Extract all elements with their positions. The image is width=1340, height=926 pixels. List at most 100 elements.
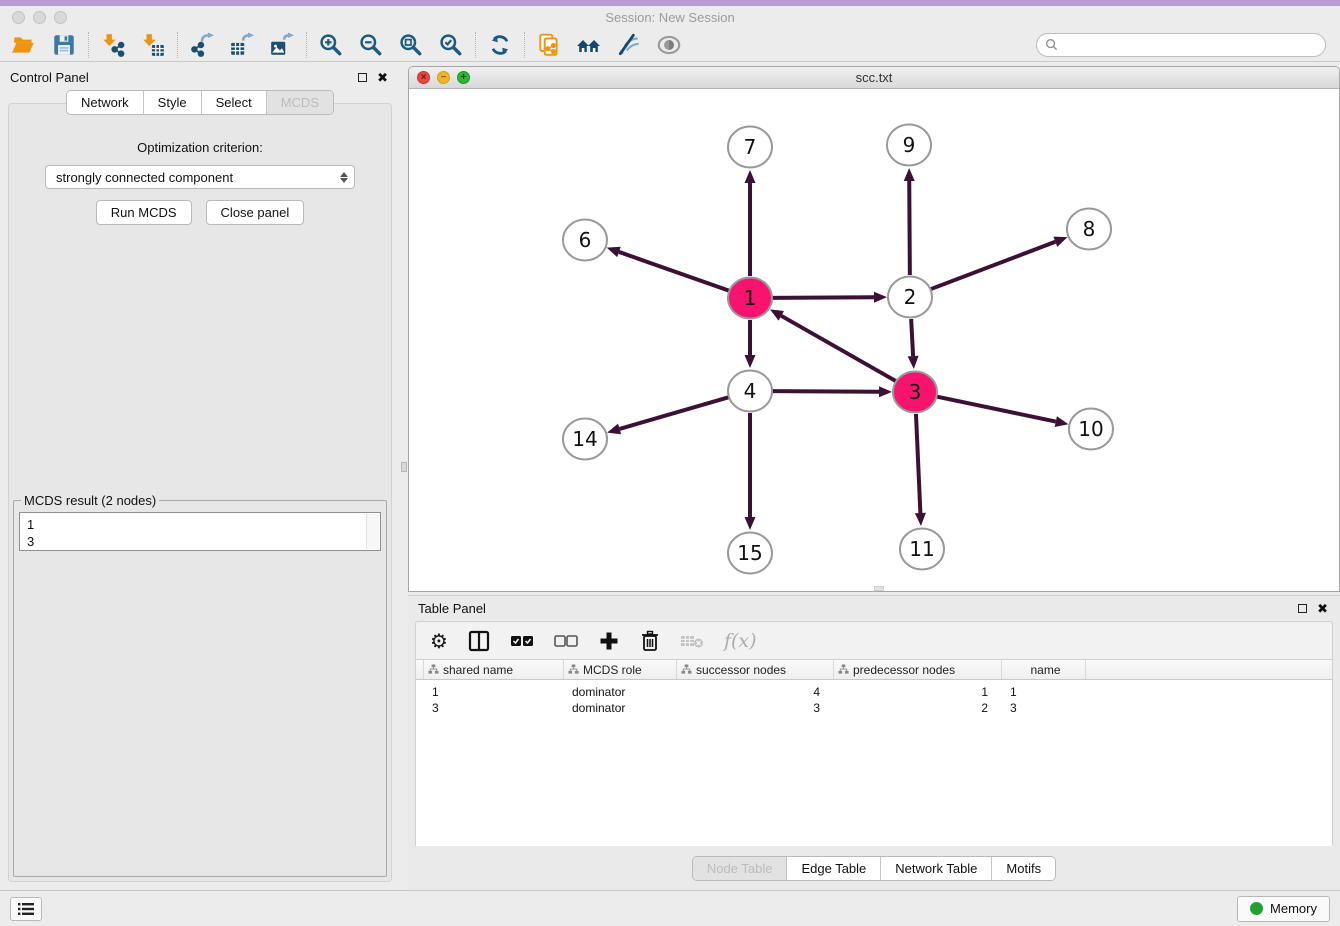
run-mcds-button[interactable]: Run MCDS [96, 200, 192, 225]
edge-1-2[interactable] [772, 297, 874, 298]
edge-1-6[interactable] [619, 252, 729, 291]
cell-predecessor-nodes[interactable]: 1 [834, 684, 1002, 700]
graph-node-2[interactable]: 2 [888, 277, 932, 318]
column-header-name[interactable]: name [1002, 660, 1086, 679]
cell-MCDS-role[interactable]: dominator [564, 684, 677, 700]
column-header-successor-nodes[interactable]: successor nodes [677, 660, 834, 679]
node-label: 3 [909, 380, 922, 404]
table-row[interactable]: 1dominator411 [416, 684, 1332, 700]
zoom-selected-icon[interactable] [437, 31, 465, 59]
graph-node-8[interactable]: 8 [1067, 209, 1111, 250]
import-network-icon[interactable] [99, 31, 127, 59]
import-table-icon[interactable] [139, 31, 167, 59]
edge-4-14[interactable] [620, 397, 729, 429]
delete-column-icon[interactable] [640, 630, 660, 652]
edge-2-3[interactable] [911, 319, 913, 356]
select-all-icon[interactable] [510, 634, 534, 648]
graph-node-15[interactable]: 15 [728, 533, 772, 574]
deselect-all-icon[interactable] [554, 634, 578, 648]
chevron-updown-icon [340, 172, 348, 183]
status-bar: Memory [0, 890, 1340, 926]
splitter-grip[interactable] [401, 462, 407, 472]
delete-table-icon[interactable] [680, 632, 704, 650]
column-header-label: MCDS role [583, 663, 642, 677]
add-column-icon[interactable] [598, 630, 620, 652]
export-network-icon[interactable] [188, 31, 216, 59]
memory-button[interactable]: Memory [1237, 896, 1330, 922]
open-session-icon[interactable] [10, 31, 38, 59]
result-scrollbar[interactable] [366, 514, 379, 549]
tab-mcds[interactable]: MCDS [267, 91, 333, 114]
table-row[interactable]: 3dominator323 [416, 700, 1332, 716]
task-history-button[interactable] [10, 897, 42, 921]
graph-node-6[interactable]: 6 [563, 220, 607, 261]
edge-3-1[interactable] [781, 316, 896, 381]
float-table-panel-icon[interactable] [1298, 604, 1307, 613]
search-input[interactable] [1036, 33, 1326, 57]
criterion-dropdown[interactable]: strongly connected component [45, 165, 355, 189]
graph-node-9[interactable]: 9 [887, 125, 931, 166]
cell-successor-nodes[interactable]: 3 [677, 700, 834, 716]
function-builder-icon[interactable]: f(x) [724, 630, 757, 652]
column-header-MCDS-role[interactable]: MCDS role [564, 660, 677, 679]
column-header-shared-name[interactable]: shared name [424, 660, 564, 679]
network-close-button[interactable]: × [417, 71, 430, 84]
network-canvas[interactable]: 1 2 3 4 6 7 8 9 10 11 14 15 [409, 89, 1339, 591]
tab-node-table[interactable]: Node Table [693, 857, 788, 880]
zoom-fit-icon[interactable] [397, 31, 425, 59]
edge-arrowhead [607, 247, 621, 257]
graph-node-7[interactable]: 7 [728, 127, 772, 168]
network-minimize-button[interactable]: − [437, 71, 450, 84]
table-settings-icon[interactable]: ⚙ [430, 629, 448, 653]
refresh-layout-icon[interactable] [486, 31, 514, 59]
split-panel-icon[interactable] [468, 630, 490, 652]
tab-network-table[interactable]: Network Table [881, 857, 992, 880]
zoom-in-icon[interactable] [317, 31, 345, 59]
edge-3-11[interactable] [916, 414, 920, 513]
home-icon[interactable] [575, 31, 603, 59]
zoom-out-icon[interactable] [357, 31, 385, 59]
cell-successor-nodes[interactable]: 4 [677, 684, 834, 700]
save-session-icon[interactable] [50, 31, 78, 59]
cell-shared-name[interactable]: 1 [424, 684, 564, 700]
cell-predecessor-nodes[interactable]: 2 [834, 700, 1002, 716]
graph-node-3[interactable]: 3 [893, 372, 937, 413]
cell-name[interactable]: 3 [1002, 700, 1086, 716]
network-maximize-button[interactable]: + [457, 71, 470, 84]
cell-MCDS-role[interactable]: dominator [564, 700, 677, 716]
mcds-result-list[interactable]: 13 [19, 512, 381, 551]
edge-2-8[interactable] [931, 242, 1056, 289]
close-panel-icon[interactable]: ✖ [377, 71, 388, 84]
graph-node-10[interactable]: 10 [1069, 409, 1113, 450]
hide-style-icon[interactable] [615, 31, 643, 59]
network-resize-grip[interactable] [874, 586, 884, 591]
graph-node-11[interactable]: 11 [900, 529, 944, 570]
float-panel-icon[interactable] [358, 73, 367, 82]
edge-4-3[interactable] [772, 391, 879, 392]
cell-name[interactable]: 1 [1002, 684, 1086, 700]
column-header-predecessor-nodes[interactable]: predecessor nodes [834, 660, 1002, 679]
tab-select[interactable]: Select [202, 91, 267, 114]
search-text-field[interactable] [1063, 38, 1317, 52]
graph-node-14[interactable]: 14 [563, 419, 607, 460]
eye-icon[interactable] [655, 31, 683, 59]
criterion-dropdown-value: strongly connected component [56, 170, 233, 185]
mcds-result-item: 1 [27, 516, 380, 533]
export-image-icon[interactable] [268, 31, 296, 59]
edge-3-10[interactable] [937, 397, 1056, 422]
close-panel-button[interactable]: Close panel [206, 200, 305, 225]
export-table-icon[interactable] [228, 31, 256, 59]
graph-node-1[interactable]: 1 [728, 278, 772, 319]
cell-shared-name[interactable]: 3 [424, 700, 564, 716]
tab-motifs[interactable]: Motifs [992, 857, 1055, 880]
clone-network-icon[interactable] [535, 31, 563, 59]
close-table-panel-icon[interactable]: ✖ [1317, 602, 1328, 615]
tab-style[interactable]: Style [144, 91, 202, 114]
node-label: 6 [579, 228, 592, 252]
tab-edge-table[interactable]: Edge Table [787, 857, 881, 880]
control-panel-title: Control Panel [10, 70, 89, 85]
graph-node-4[interactable]: 4 [728, 371, 772, 412]
tab-network[interactable]: Network [67, 91, 144, 114]
panel-splitter[interactable] [400, 62, 408, 890]
edge-2-9[interactable] [909, 181, 910, 275]
